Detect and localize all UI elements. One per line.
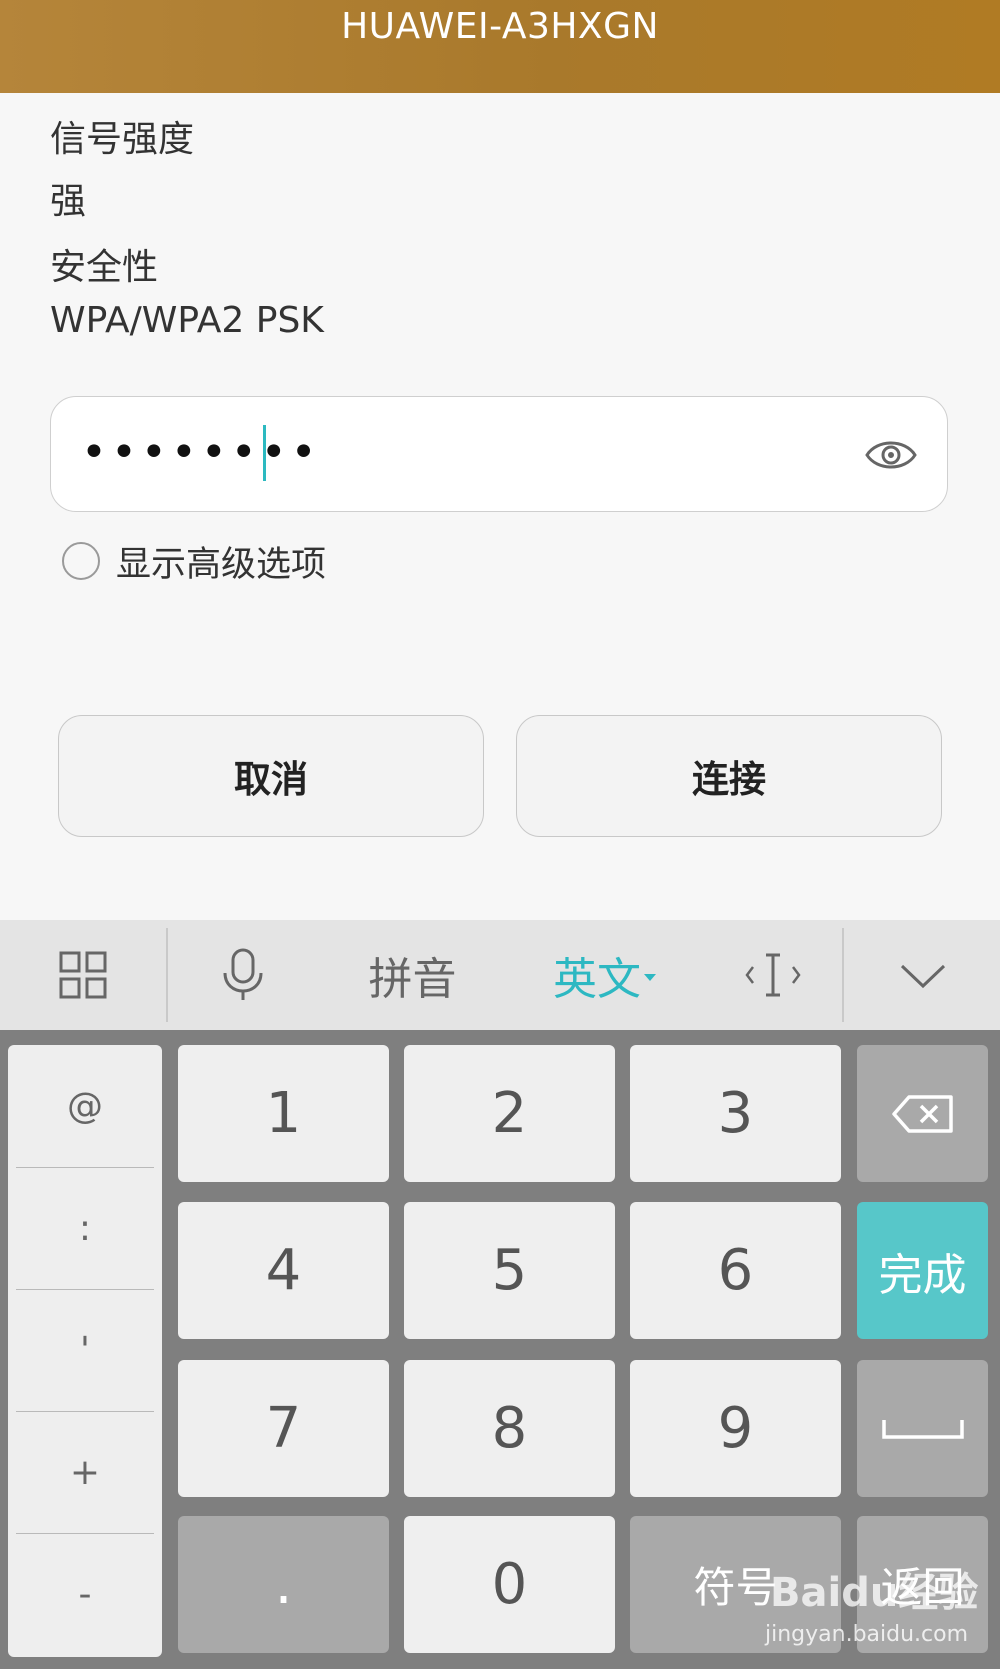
toolbar-divider	[166, 928, 168, 1022]
key-minus[interactable]: -	[8, 1533, 162, 1655]
password-input[interactable]: ••••••••	[50, 396, 948, 512]
key-plus[interactable]: +	[8, 1411, 162, 1533]
dialog-titlebar: HUAWEI-A3HXGN	[0, 0, 1000, 93]
show-password-eye-icon[interactable]	[863, 429, 919, 481]
key-2[interactable]: 2	[404, 1045, 615, 1182]
key-0[interactable]: 0	[404, 1516, 615, 1653]
toolbar-divider	[842, 928, 844, 1022]
text-cursor-icon	[744, 953, 801, 997]
symbol-column: @ : ' + -	[8, 1045, 162, 1657]
space-key[interactable]	[857, 1360, 988, 1497]
key-9[interactable]: 9	[630, 1360, 841, 1497]
grid-icon	[59, 951, 106, 999]
watermark-url: jingyan.baidu.com	[765, 1622, 969, 1647]
network-name-title: HUAWEI-A3HXGN	[341, 6, 659, 47]
done-key[interactable]: 完成	[857, 1202, 988, 1339]
show-advanced-radio[interactable]	[62, 542, 100, 580]
key-dot[interactable]: .	[178, 1516, 389, 1653]
show-advanced-option[interactable]: 显示高级选项	[62, 537, 326, 585]
key-4[interactable]: 4	[178, 1202, 389, 1339]
signal-strength-value: 强	[50, 181, 87, 222]
security-value: WPA/WPA2 PSK	[50, 300, 324, 341]
key-5[interactable]: 5	[404, 1202, 615, 1339]
cursor-move-button[interactable]	[720, 920, 825, 1030]
show-advanced-label: 显示高级选项	[116, 544, 327, 585]
key-1[interactable]: 1	[178, 1045, 389, 1182]
english-label: 英文	[553, 954, 641, 1005]
keyboard-menu-button[interactable]	[30, 920, 135, 1030]
key-6[interactable]: 6	[630, 1202, 841, 1339]
cancel-button[interactable]: 取消	[58, 715, 484, 837]
key-3[interactable]: 3	[630, 1045, 841, 1182]
signal-strength-label: 信号强度	[50, 119, 195, 160]
dropdown-triangle-icon	[644, 974, 656, 981]
security-label: 安全性	[50, 247, 159, 288]
microphone-icon	[223, 948, 262, 1000]
key-7[interactable]: 7	[178, 1360, 389, 1497]
text-caret	[263, 425, 266, 481]
backspace-key[interactable]	[857, 1045, 988, 1182]
voice-input-button[interactable]	[190, 920, 295, 1030]
key-colon[interactable]: :	[8, 1167, 162, 1289]
chevron-down-icon	[900, 964, 945, 989]
key-8[interactable]: 8	[404, 1360, 615, 1497]
connect-button[interactable]: 连接	[516, 715, 942, 837]
english-tab[interactable]: 英文	[540, 920, 670, 1030]
hide-keyboard-button[interactable]	[870, 920, 975, 1030]
backspace-icon	[891, 1094, 953, 1133]
password-masked-text: ••••••••	[81, 427, 321, 478]
pinyin-tab[interactable]: 拼音	[350, 920, 475, 1030]
keyboard-toolbar: 拼音 英文	[0, 920, 1000, 1030]
baidu-watermark: Baidu经验	[770, 1570, 979, 1616]
key-at[interactable]: @	[8, 1045, 162, 1167]
space-bar-icon	[881, 1419, 964, 1439]
pinyin-label: 拼音	[368, 954, 457, 1005]
key-apostrophe[interactable]: '	[8, 1289, 162, 1411]
